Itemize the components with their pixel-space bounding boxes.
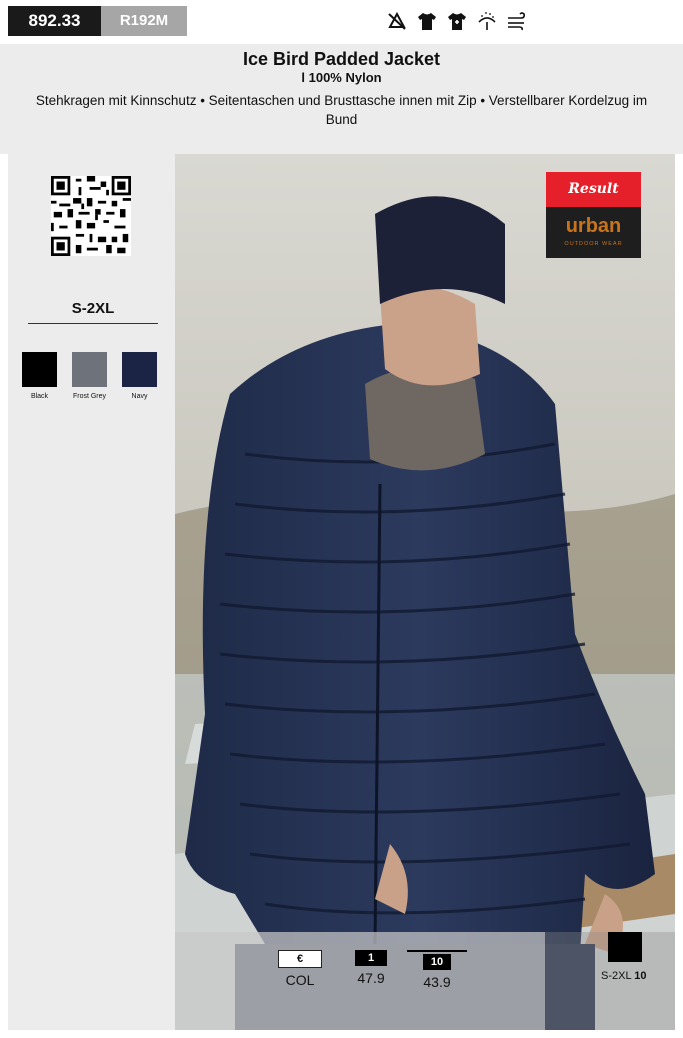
- currency-box: €: [278, 950, 322, 968]
- pack-sizes: S-2XL: [601, 970, 632, 982]
- shirt-plus-icon: [448, 13, 466, 30]
- pack-label: S-2XL 10: [601, 970, 646, 982]
- article-number: 892.33: [8, 6, 101, 36]
- col-label: COL: [285, 972, 315, 988]
- swatch-navy[interactable]: Navy: [122, 352, 157, 400]
- pack-box-icon: [608, 932, 642, 962]
- product-header: Ice Bird Padded Jacket l 100% Nylon Steh…: [0, 44, 683, 154]
- price-col-10: 10 43.9: [407, 950, 467, 990]
- top-bar: 892.33 R192M: [0, 0, 683, 40]
- rain-icon: [478, 12, 496, 30]
- swatch-black[interactable]: Black: [22, 352, 57, 400]
- product-description: Stehkragen mit Kinnschutz • Seitentasche…: [35, 93, 648, 127]
- divider: [407, 950, 467, 952]
- product-material: l 100% Nylon: [301, 70, 382, 85]
- qty-box: 10: [423, 954, 451, 970]
- color-chip: [22, 352, 57, 387]
- brand-result: Result: [546, 172, 641, 207]
- color-chip: [72, 352, 107, 387]
- model-jacket-image: [175, 154, 675, 1030]
- price-col-currency: € COL: [278, 950, 322, 988]
- color-name: Navy: [131, 393, 148, 400]
- price-table: € COL 1 47.9 10 43.9: [175, 932, 545, 1030]
- price-value: 47.9: [357, 970, 385, 986]
- shirt-icon: [418, 13, 436, 30]
- color-name: Frost Grey: [72, 393, 107, 400]
- sidebar: S-2XL Black Frost Grey Navy: [8, 154, 175, 1030]
- brand-urban-block: urban OUTDOOR WEAR: [546, 207, 641, 258]
- qr-code[interactable]: [51, 176, 131, 256]
- care-icons: [386, 8, 528, 34]
- product-title: Ice Bird Padded Jacket: [242, 49, 441, 69]
- product-photo: [175, 154, 675, 1030]
- color-swatches: Black Frost Grey Navy: [22, 352, 157, 400]
- price-value: 43.9: [423, 974, 451, 990]
- qty-box: 1: [355, 950, 387, 966]
- price-col-1: 1 47.9: [355, 950, 387, 986]
- brand-tagline: OUTDOOR WEAR: [564, 241, 623, 247]
- swatch-frost-grey[interactable]: Frost Grey: [72, 352, 107, 400]
- brand-urban: urban: [565, 215, 622, 237]
- brand-logo: Result urban OUTDOOR WEAR: [546, 172, 641, 258]
- no-bleach-icon: [388, 11, 406, 30]
- reference-code: R192M: [101, 6, 187, 36]
- pack-info: S-2XL 10: [545, 932, 675, 1030]
- wind-icon: [508, 12, 525, 31]
- pack-qty: 10: [634, 970, 647, 982]
- color-chip: [122, 352, 157, 387]
- color-name: Black: [30, 393, 49, 400]
- size-range: S-2XL: [28, 300, 158, 324]
